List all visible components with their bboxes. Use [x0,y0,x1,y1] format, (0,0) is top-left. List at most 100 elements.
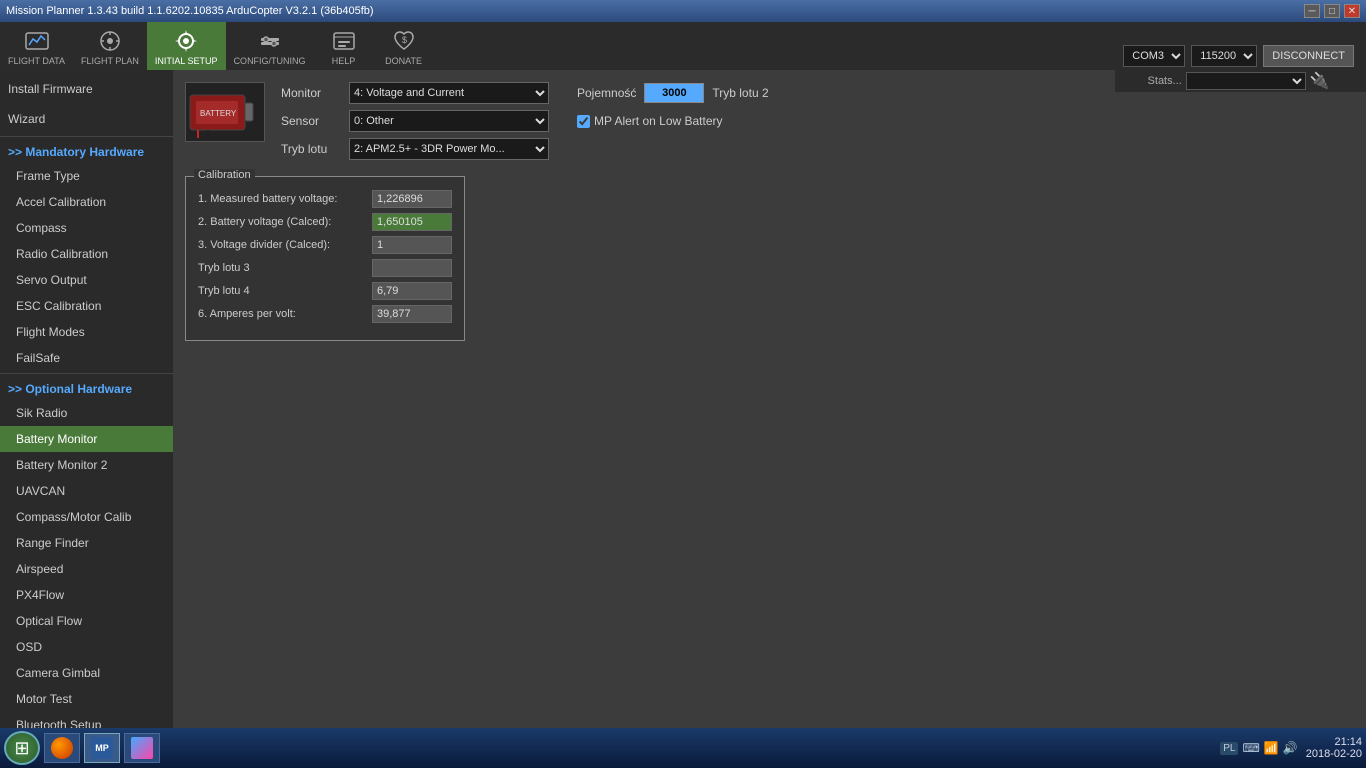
sidebar-item-optical-flow[interactable]: Optical Flow [0,608,173,634]
menu-flight-plan-label: FLIGHT PLAN [81,56,139,66]
sidebar-item-motor-test[interactable]: Motor Test [0,686,173,712]
minimize-button[interactable]: ─ [1304,4,1320,18]
tryb-lotu-row: Tryb lotu 2: APM2.5+ - 3DR Power Mo... [281,138,1354,160]
main-layout: Install Firmware Wizard >> Mandatory Har… [0,70,1366,728]
sidebar-item-flight-modes[interactable]: Flight Modes [0,319,173,345]
sidebar-item-battery-monitor[interactable]: Battery Monitor [0,426,173,452]
sensor-row: Sensor 0: Other MP Alert on Low Battery [281,110,1354,132]
monitor-select[interactable]: 4: Voltage and Current [349,82,549,104]
battery-monitor-header: BATTERY Monitor 4: Voltage and Current P… [185,82,1354,160]
firefox-icon [51,737,73,759]
taskbar-mission-planner[interactable]: MP [84,733,120,763]
sidebar-item-servo-output[interactable]: Servo Output [0,267,173,293]
mp-alert-checkbox[interactable] [577,115,590,128]
sidebar-item-range-finder[interactable]: Range Finder [0,530,173,556]
optional-hardware-header[interactable]: >> Optional Hardware [0,376,173,400]
monitor-label: Monitor [281,86,341,100]
cal-input-5[interactable] [372,282,452,300]
cal-input-1[interactable] [372,190,452,208]
sidebar-item-install-firmware[interactable]: Install Firmware [0,74,173,104]
keyboard-icon: ⌨ [1242,741,1259,755]
sidebar-item-wizard[interactable]: Wizard [0,104,173,134]
topright-controls: COM3 115200 DISCONNECT Stats... 🔌 [1115,44,1366,92]
content-area: BATTERY Monitor 4: Voltage and Current P… [173,70,1366,728]
svg-text:BATTERY: BATTERY [200,109,237,118]
cal-label-3: 3. Voltage divider (Calced): [198,239,372,251]
clock-time: 21:14 [1306,736,1362,748]
config-tuning-icon [256,27,284,55]
cal-row-2: 2. Battery voltage (Calced): [198,213,452,231]
cal-row-5: Tryb lotu 4 [198,282,452,300]
cal-row-1: 1. Measured battery voltage: [198,190,452,208]
sidebar-item-compass-motor-calib[interactable]: Compass/Motor Calib [0,504,173,530]
menu-donate-label: DONATE [385,56,422,66]
sidebar-item-bluetooth-setup[interactable]: Bluetooth Setup [0,712,173,728]
menu-flight-plan[interactable]: FLIGHT PLAN [73,22,147,70]
sys-tray: PL ⌨ 📶 🔊 [1220,741,1297,755]
flight-data-icon [23,27,51,55]
menu-help-label: HELP [332,56,356,66]
lang-indicator: PL [1220,742,1238,755]
cal-input-2[interactable] [372,213,452,231]
taskbar: ⊞ MP PL ⌨ 📶 🔊 21:14 2018-02-20 [0,728,1366,768]
sidebar-item-accel-calibration[interactable]: Accel Calibration [0,189,173,215]
close-button[interactable]: ✕ [1344,4,1360,18]
sidebar-item-radio-calibration[interactable]: Radio Calibration [0,241,173,267]
sidebar-item-airspeed[interactable]: Airspeed [0,556,173,582]
menubar: FLIGHT DATA FLIGHT PLAN [0,22,1366,70]
sidebar-item-battery-monitor-2[interactable]: Battery Monitor 2 [0,452,173,478]
sidebar-separator-2 [0,373,173,374]
tryb-lotu-label: Tryb lotu [281,142,341,156]
sidebar-item-frame-type[interactable]: Frame Type [0,163,173,189]
sidebar-item-osd[interactable]: OSD [0,634,173,660]
cal-label-5: Tryb lotu 4 [198,285,372,297]
sidebar-item-sik-radio[interactable]: Sik Radio [0,400,173,426]
cal-row-3: 3. Voltage divider (Calced): [198,236,452,254]
stats-select[interactable] [1186,72,1306,90]
cal-label-6: 6. Amperes per volt: [198,308,372,320]
tryb-lotu-select[interactable]: 2: APM2.5+ - 3DR Power Mo... [349,138,549,160]
calibration-box: Calibration 1. Measured battery voltage:… [185,176,465,341]
com-port-select[interactable]: COM3 [1123,45,1185,67]
title-text: Mission Planner 1.3.43 build 1.1.6202.10… [6,5,374,17]
sidebar-item-px4flow[interactable]: PX4Flow [0,582,173,608]
taskbar-paint[interactable] [124,733,160,763]
cal-row-4: Tryb lotu 3 [198,259,452,277]
baud-rate-select[interactable]: 115200 [1191,45,1257,67]
cal-label-4: Tryb lotu 3 [198,262,372,274]
cal-row-6: 6. Amperes per volt: [198,305,452,323]
volume-icon: 🔊 [1283,741,1298,755]
cal-input-6[interactable] [372,305,452,323]
clock: 21:14 2018-02-20 [1306,736,1362,760]
menu-help[interactable]: HELP [314,22,374,70]
sidebar-item-compass[interactable]: Compass [0,215,173,241]
sensor-select[interactable]: 0: Other [349,110,549,132]
start-button[interactable]: ⊞ [4,731,40,765]
disconnect-button[interactable]: DISCONNECT [1263,45,1354,67]
network-icon: 📶 [1264,741,1279,755]
mandatory-hardware-header[interactable]: >> Mandatory Hardware [0,139,173,163]
mission-planner-icon: MP [91,737,113,759]
sensor-label: Sensor [281,114,341,128]
pojemnosc-label: Pojemność [577,86,636,100]
sidebar-item-failsafe[interactable]: FailSafe [0,345,173,371]
menu-initial-setup[interactable]: INITIAL SETUP [147,22,226,70]
menu-config-tuning[interactable]: CONFIG/TUNING [226,22,314,70]
sidebar-item-esc-calibration[interactable]: ESC Calibration [0,293,173,319]
menu-donate[interactable]: $ DONATE [374,22,434,70]
menu-flight-data[interactable]: FLIGHT DATA [0,22,73,70]
menu-initial-setup-label: INITIAL SETUP [155,56,218,66]
taskbar-firefox[interactable] [44,733,80,763]
taskbar-right-area: PL ⌨ 📶 🔊 21:14 2018-02-20 [1220,736,1362,760]
sidebar-item-uavcan[interactable]: UAVCAN [0,478,173,504]
titlebar-buttons: ─ □ ✕ [1304,4,1360,18]
maximize-button[interactable]: □ [1324,4,1340,18]
plug-icon[interactable]: 🔌 [1310,71,1330,91]
sidebar-item-camera-gimbal[interactable]: Camera Gimbal [0,660,173,686]
sidebar-separator-1 [0,136,173,137]
battery-monitor-fields: Monitor 4: Voltage and Current Pojemność… [281,82,1354,160]
pojemnosc-input[interactable] [644,83,704,103]
cal-input-4[interactable] [372,259,452,277]
calibration-legend: Calibration [194,169,255,181]
cal-input-3[interactable] [372,236,452,254]
